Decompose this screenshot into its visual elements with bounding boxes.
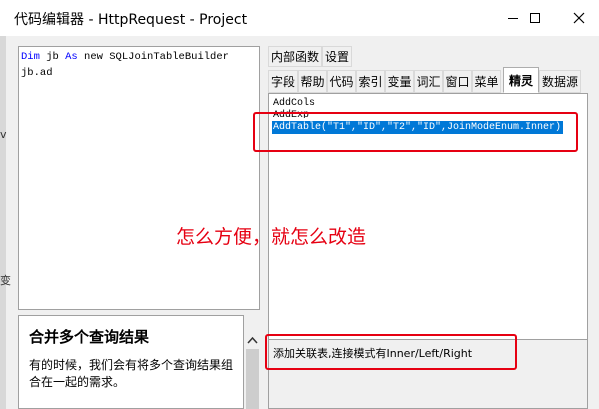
highlight-box	[253, 112, 578, 152]
tab-code[interactable]: 代码	[327, 70, 356, 93]
keyword: Dim	[21, 51, 40, 63]
close-icon	[573, 12, 585, 24]
code-editor-window: 代码编辑器 - HttpRequest - Project v 变 Dim jb…	[0, 0, 599, 409]
chevron-up-icon	[246, 336, 259, 409]
tab-menu[interactable]: 菜单	[472, 70, 501, 93]
background-window-edge	[0, 36, 6, 409]
edge-glyph: 变	[0, 274, 11, 287]
close-button[interactable]	[559, 0, 599, 36]
highlight-box	[265, 334, 517, 370]
tab-datasource[interactable]: 数据源	[539, 70, 581, 93]
tab-vocabulary[interactable]: 词汇	[414, 70, 443, 93]
code-line: jb.ad	[21, 67, 53, 79]
help-title: 合并多个查询结果	[29, 328, 150, 346]
tab-variables[interactable]: 变量	[385, 70, 414, 93]
tab-index[interactable]: 索引	[356, 70, 385, 93]
background-window-edge	[588, 40, 599, 409]
annotation-text: 怎么方便，就怎么改造	[176, 226, 367, 248]
tab-fields[interactable]: 字段	[268, 70, 298, 93]
edge-glyph: v	[0, 128, 7, 141]
code-text: jb	[39, 51, 66, 63]
tab-builtin-functions[interactable]: 内部函数	[268, 46, 322, 67]
help-text: 有的时候，我们会有将多个查询结果组合在一起的需求。	[29, 358, 234, 389]
code-editor[interactable]: Dim jb As new SQLJoinTableBuilder jb.ad	[18, 46, 260, 310]
tab-wizard[interactable]: 精灵	[503, 67, 539, 93]
tab-window[interactable]: 窗口	[443, 70, 472, 93]
maximize-button[interactable]	[515, 0, 555, 36]
help-panel: 合并多个查询结果 有的时候，我们会有将多个查询结果组合在一起的需求。	[18, 315, 244, 409]
keyword: As	[65, 51, 78, 63]
code-text: new SQLJoinTableBuilder	[77, 51, 229, 63]
title-bar[interactable]: 代码编辑器 - HttpRequest - Project	[0, 0, 599, 36]
maximize-icon	[530, 13, 540, 23]
help-scrollbar[interactable]	[244, 331, 261, 409]
tab-settings[interactable]: 设置	[322, 46, 352, 67]
tab-help[interactable]: 帮助	[298, 70, 327, 93]
window-title: 代码编辑器 - HttpRequest - Project	[14, 12, 248, 28]
code-line: Dim jb As new SQLJoinTableBuilder	[21, 49, 257, 65]
